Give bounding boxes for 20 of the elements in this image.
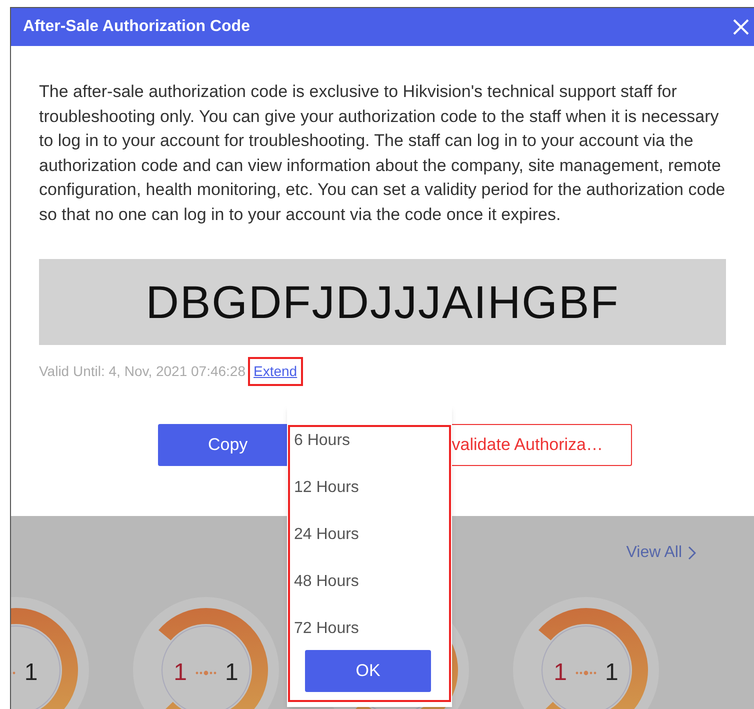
dots-icon: [195, 670, 217, 676]
dialog-title: After-Sale Authorization Code: [23, 17, 250, 37]
extend-link[interactable]: Extend: [250, 359, 302, 384]
duration-option[interactable]: 6 Hours: [294, 431, 350, 451]
gauge-value: 1: [554, 658, 567, 688]
duration-option[interactable]: 24 Hours: [294, 525, 359, 545]
ok-button[interactable]: OK: [305, 650, 431, 692]
duration-option[interactable]: 72 Hours: [294, 619, 359, 639]
description-text: The after-sale authorization code is exclusive to Hikvision's technical support staff for troubleshooting only. You can give your authorization code to the staff when it is necessary to log in to your account for troubleshooting. The staff can log in to your account via the authorization code and can view information about the company, site management, remote configuration, health monitoring, etc. You can set a validity period for the authorization code so that no one can log in to your account via the code once it expires.: [39, 81, 726, 226]
gauge-value: 1: [24, 658, 38, 688]
authorization-code: DBGDFJDJJJAIHGBF: [146, 274, 620, 330]
gauge-value: 1: [225, 658, 238, 688]
valid-until-text: Valid Until: 4, Nov, 2021 07:46:28: [39, 362, 246, 381]
gauge-value: 1: [174, 658, 187, 688]
duration-option[interactable]: 12 Hours: [294, 478, 359, 498]
chevron-right-icon: [688, 546, 696, 560]
close-icon[interactable]: [732, 18, 750, 36]
gauge-value: 1: [605, 658, 618, 688]
dots-icon: [575, 670, 597, 676]
duration-option[interactable]: 48 Hours: [294, 572, 359, 592]
